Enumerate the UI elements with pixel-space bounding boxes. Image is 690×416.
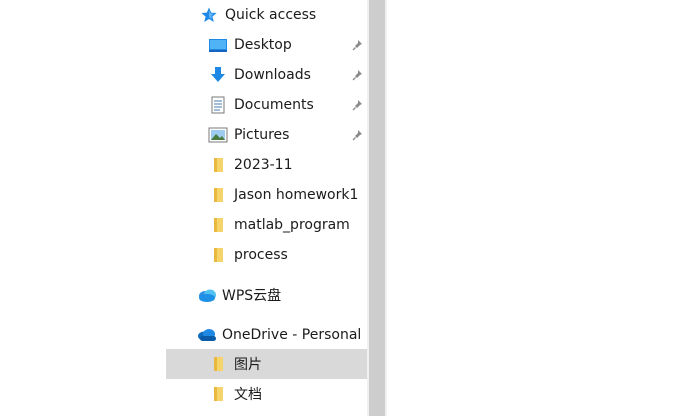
folder-icon <box>208 245 228 265</box>
sidebar-item-label: process <box>234 247 288 263</box>
onedrive-cloud-icon <box>197 325 217 345</box>
pin-icon[interactable] <box>351 128 365 142</box>
sidebar-item-label: Documents <box>234 97 314 113</box>
cloud-icon <box>197 285 217 305</box>
sidebar-item-label: WPS云盘 <box>222 288 282 304</box>
sidebar-item-onedrive-documents[interactable]: 文档 <box>166 379 367 409</box>
sidebar-item-label: 文档 <box>234 387 262 403</box>
vertical-scrollbar[interactable] <box>367 0 387 416</box>
picture-icon <box>208 125 228 145</box>
sidebar-item-jason-homework1[interactable]: Jason homework1 <box>166 180 367 210</box>
sidebar-item-label: OneDrive - Personal <box>222 327 362 343</box>
document-icon <box>208 95 228 115</box>
sidebar-item-label: Desktop <box>234 37 292 53</box>
folder-icon <box>208 185 228 205</box>
pin-icon[interactable] <box>351 68 365 82</box>
sidebar-item-onedrive-pictures[interactable]: 图片 <box>166 349 367 379</box>
quick-access-label: Quick access <box>225 7 317 23</box>
sidebar-item-documents[interactable]: Documents <box>166 90 367 120</box>
pin-icon[interactable] <box>351 98 365 112</box>
download-arrow-icon <box>208 65 228 85</box>
sidebar-item-label: 图片 <box>234 357 262 373</box>
sidebar-item-2023-11[interactable]: 2023-11 <box>166 150 367 180</box>
scrollbar-thumb[interactable] <box>369 0 385 416</box>
quick-access-item[interactable]: Quick access <box>166 0 367 30</box>
folder-icon <box>208 354 228 374</box>
sidebar-item-wps-cloud[interactable]: WPS云盘 <box>166 280 367 310</box>
star-icon <box>199 5 219 25</box>
sidebar-item-pictures[interactable]: Pictures <box>166 120 367 150</box>
folder-icon <box>208 155 228 175</box>
sidebar-item-label: Pictures <box>234 127 290 143</box>
sidebar-item-label: 2023-11 <box>234 157 293 173</box>
sidebar-item-label: matlab_program <box>234 217 350 233</box>
sidebar-item-matlab-program[interactable]: matlab_program <box>166 210 367 240</box>
pin-icon[interactable] <box>351 38 365 52</box>
sidebar-item-desktop[interactable]: Desktop <box>166 30 367 60</box>
sidebar-item-onedrive[interactable]: OneDrive - Personal <box>166 320 367 350</box>
sidebar-item-downloads[interactable]: Downloads <box>166 60 367 90</box>
sidebar-item-label: Jason homework1 <box>234 187 359 203</box>
desktop-icon <box>208 35 228 55</box>
sidebar-item-label: Downloads <box>234 67 311 83</box>
navigation-pane: Quick access Desktop Downloads Documents… <box>166 0 367 416</box>
sidebar-item-process[interactable]: process <box>166 240 367 270</box>
left-gap <box>0 0 166 416</box>
folder-icon <box>208 384 228 404</box>
folder-icon <box>208 215 228 235</box>
